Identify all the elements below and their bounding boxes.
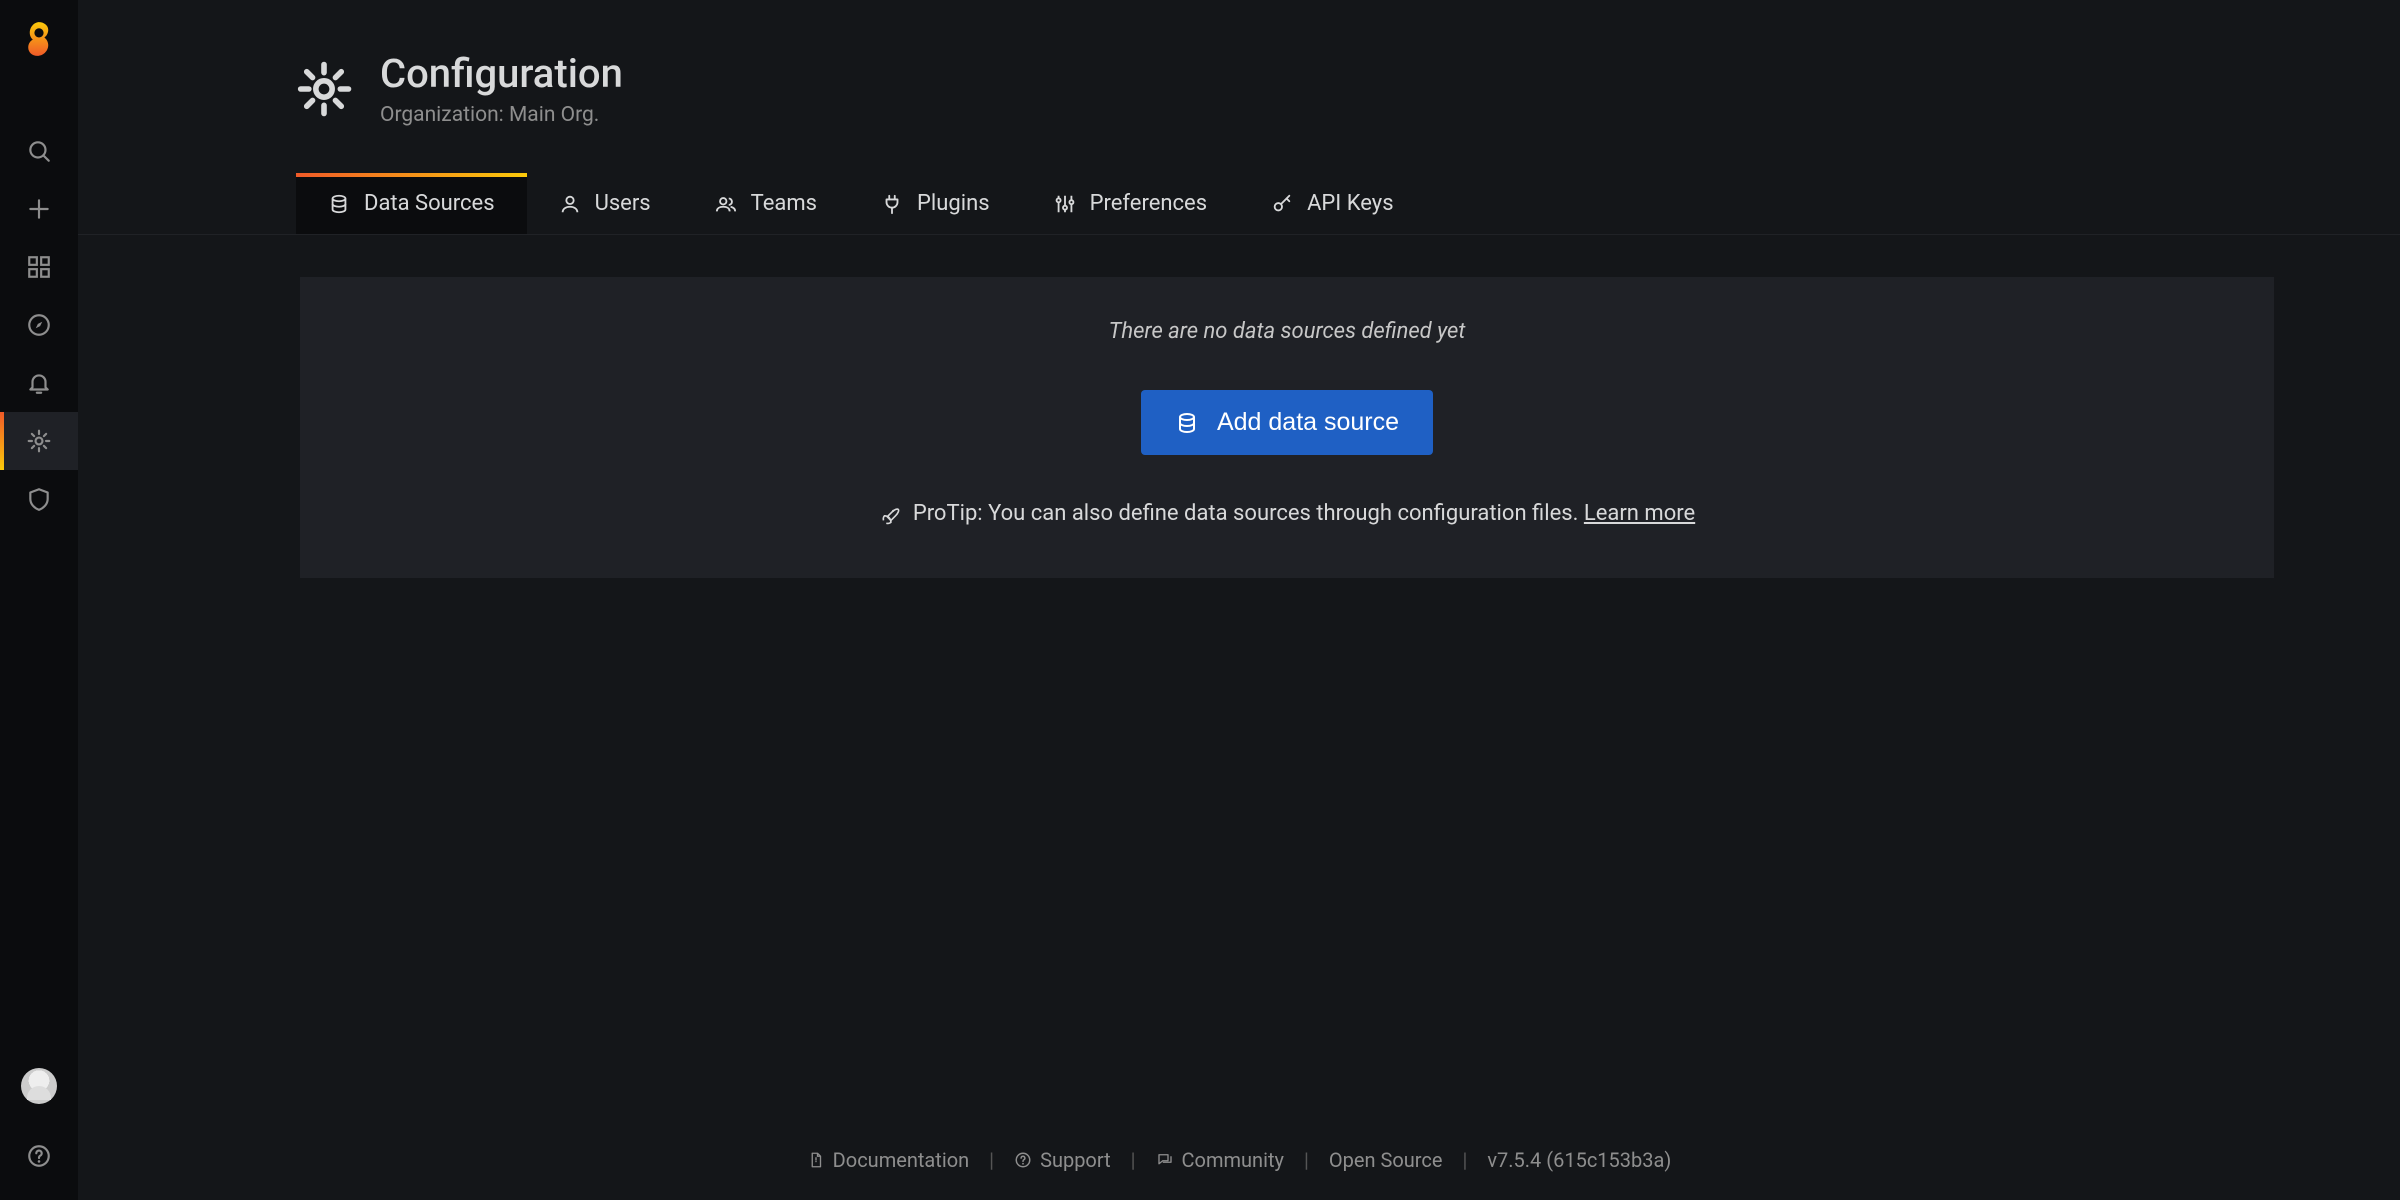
rocket-icon [879, 503, 901, 525]
database-icon [1175, 411, 1199, 435]
compass-icon [26, 312, 52, 338]
tab-label: Plugins [917, 191, 990, 216]
shield-icon [26, 486, 52, 512]
tab-data-sources[interactable]: Data Sources [296, 173, 527, 234]
bell-icon [26, 370, 52, 396]
main: Configuration Organization: Main Org. Da… [78, 0, 2400, 1200]
gear-icon [26, 428, 52, 454]
empty-message: There are no data sources defined yet [332, 319, 2242, 344]
sidebar-create[interactable] [0, 180, 78, 238]
chat-icon [1156, 1151, 1174, 1169]
add-button-label: Add data source [1217, 408, 1399, 437]
tab-label: Data Sources [364, 191, 495, 216]
help-icon [26, 1143, 52, 1169]
tab-users[interactable]: Users [527, 173, 683, 234]
sidebar-search[interactable] [0, 122, 78, 180]
footer-documentation[interactable]: Documentation [807, 1148, 970, 1172]
learn-more-link[interactable]: Learn more [1584, 501, 1695, 526]
page-header: Configuration Organization: Main Org. [296, 50, 2400, 127]
gear-icon [296, 61, 352, 117]
tab-label: API Keys [1307, 191, 1394, 216]
tab-label: Preferences [1090, 191, 1207, 216]
plug-icon [881, 193, 903, 215]
user-icon [559, 193, 581, 215]
grafana-logo[interactable] [0, 0, 78, 78]
document-icon [807, 1151, 825, 1169]
footer-support[interactable]: Support [1014, 1148, 1111, 1172]
protip-line: ProTip: You can also define data sources… [332, 501, 2242, 526]
footer-open-source[interactable]: Open Source [1329, 1148, 1443, 1172]
sidebar-help[interactable] [0, 1132, 78, 1180]
key-icon [1271, 193, 1293, 215]
avatar[interactable] [21, 1068, 57, 1104]
footer-community[interactable]: Community [1156, 1148, 1284, 1172]
tab-bar: Data Sources Users Teams Plugins Preferences… [78, 173, 2400, 235]
database-icon [328, 193, 350, 215]
tab-teams[interactable]: Teams [683, 173, 849, 234]
empty-state-panel: There are no data sources defined yet Ad… [300, 277, 2274, 578]
sidebar-admin[interactable] [0, 470, 78, 528]
tab-preferences[interactable]: Preferences [1022, 173, 1239, 234]
page-subtitle: Organization: Main Org. [380, 103, 623, 127]
add-data-source-button[interactable]: Add data source [1141, 390, 1433, 455]
sidebar [0, 0, 78, 1200]
dashboards-icon [26, 254, 52, 280]
tab-label: Users [595, 191, 651, 216]
users-icon [715, 193, 737, 215]
footer-version: v7.5.4 (615c153b3a) [1487, 1148, 1671, 1172]
sidebar-configuration[interactable] [0, 412, 78, 470]
tab-api-keys[interactable]: API Keys [1239, 173, 1426, 234]
tab-plugins[interactable]: Plugins [849, 173, 1022, 234]
footer: Documentation | Support | Community | Op… [78, 1124, 2400, 1200]
plus-icon [26, 196, 52, 222]
sidebar-explore[interactable] [0, 296, 78, 354]
search-icon [26, 138, 52, 164]
sidebar-alerting[interactable] [0, 354, 78, 412]
sliders-icon [1054, 193, 1076, 215]
sidebar-dashboards[interactable] [0, 238, 78, 296]
help-icon [1014, 1151, 1032, 1169]
page-title: Configuration [380, 50, 623, 97]
tab-label: Teams [751, 191, 817, 216]
protip-text: ProTip: You can also define data sources… [913, 501, 1584, 526]
